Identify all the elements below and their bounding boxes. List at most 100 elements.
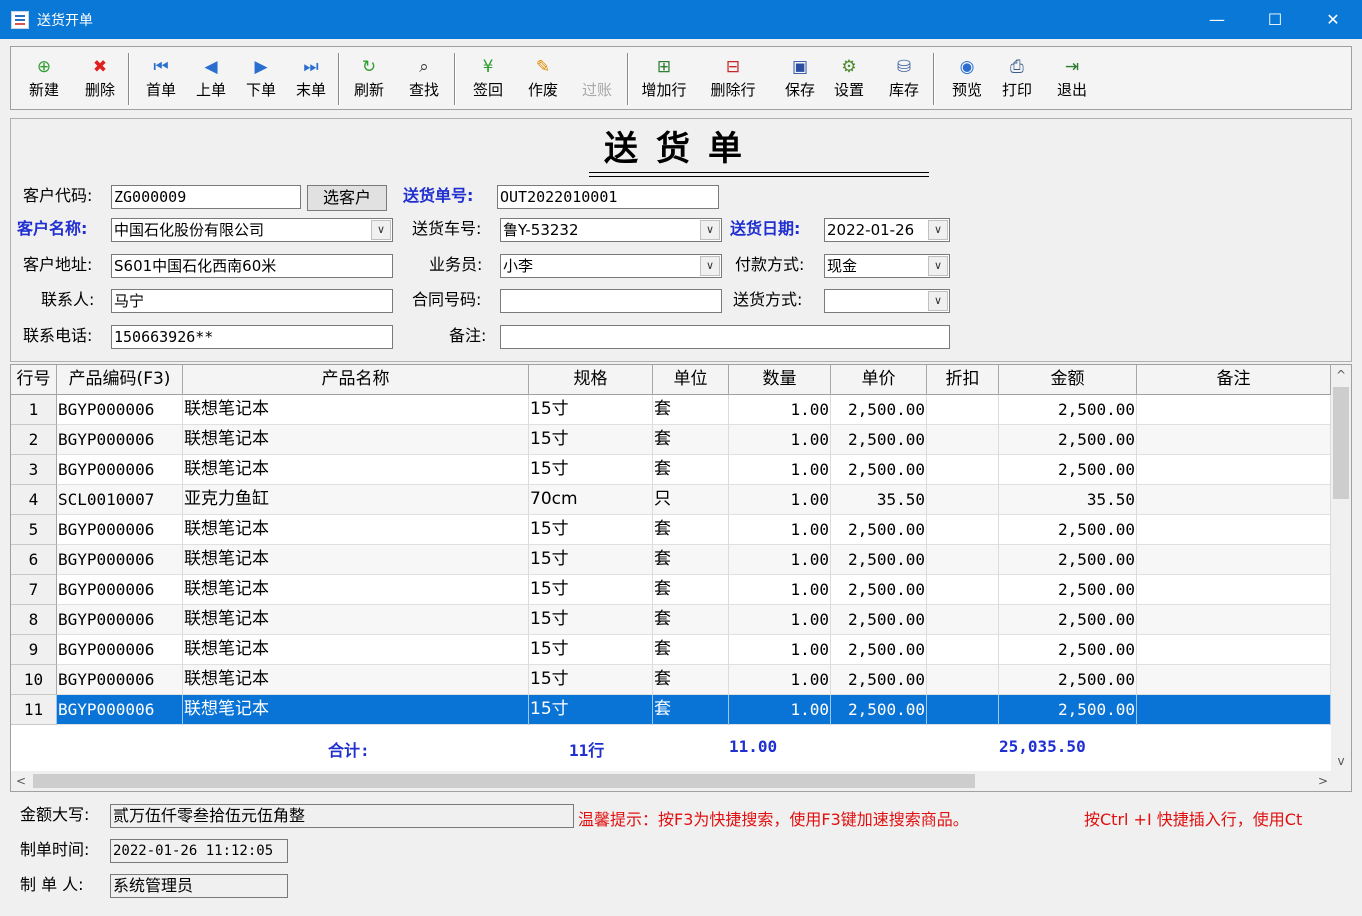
cell-code[interactable]: SCL0010007 [57, 485, 183, 515]
minimize-button[interactable]: — [1188, 0, 1246, 39]
cell-unit[interactable]: 套 [653, 605, 729, 635]
cell-remark[interactable] [1137, 485, 1331, 515]
cell-spec[interactable]: 15寸 [529, 515, 653, 545]
payment-combo[interactable]: 现金 ∨ [824, 254, 950, 278]
add-row-button[interactable]: ⊞ 增加行 [641, 57, 686, 103]
cell-unit[interactable]: 套 [653, 425, 729, 455]
chevron-down-icon[interactable]: ∨ [700, 220, 720, 240]
cell-qty[interactable]: 1.00 [729, 395, 831, 425]
cell-discount[interactable] [927, 695, 999, 725]
cell-discount[interactable] [927, 455, 999, 485]
cell-discount[interactable] [927, 635, 999, 665]
cell-discount[interactable] [927, 425, 999, 455]
cell-code[interactable]: BGYP000006 [57, 455, 183, 485]
cell-code[interactable]: BGYP000006 [57, 515, 183, 545]
horizontal-scrollbar[interactable]: < > [11, 771, 1351, 791]
cell-no[interactable]: 7 [11, 575, 57, 605]
cell-price[interactable]: 2,500.00 [831, 665, 927, 695]
scroll-up-icon[interactable]: ^ [1331, 365, 1351, 385]
table-row[interactable]: 9 BGYP000006 联想笔记本 15寸套 1.00 2,500.00 2,500.00 [11, 635, 1331, 665]
table-row[interactable]: 10 BGYP000006 联想笔记本 15寸套 1.00 2,500.00 2,500.0… [11, 665, 1331, 695]
cell-remark[interactable] [1137, 695, 1331, 725]
last-button[interactable]: ⏭ 末单 [296, 57, 326, 103]
cell-price[interactable]: 2,500.00 [831, 425, 927, 455]
prev-button[interactable]: ◀ 上单 [196, 57, 226, 103]
cell-amount[interactable]: 2,500.00 [999, 575, 1137, 605]
cell-remark[interactable] [1137, 545, 1331, 575]
cell-qty[interactable]: 1.00 [729, 575, 831, 605]
cell-code[interactable]: BGYP000006 [57, 545, 183, 575]
cell-name[interactable]: 联想笔记本 [183, 605, 529, 635]
exit-button[interactable]: ⇥ 退出 [1057, 57, 1087, 103]
next-button[interactable]: ▶ 下单 [246, 57, 276, 103]
customer-name-combo[interactable]: 中国石化股份有限公司 ∨ [111, 218, 393, 242]
cell-qty[interactable]: 1.00 [729, 425, 831, 455]
save-button[interactable]: ▣ 保存 [785, 57, 815, 103]
chevron-down-icon[interactable]: ∨ [928, 291, 948, 311]
column-header-name[interactable]: 产品名称 [183, 365, 529, 395]
cell-remark[interactable] [1137, 605, 1331, 635]
cell-amount[interactable]: 2,500.00 [999, 425, 1137, 455]
cell-qty[interactable]: 1.00 [729, 545, 831, 575]
cell-price[interactable]: 2,500.00 [831, 635, 927, 665]
cell-discount[interactable] [927, 545, 999, 575]
cell-price[interactable]: 2,500.00 [831, 605, 927, 635]
cell-price[interactable]: 2,500.00 [831, 575, 927, 605]
table-row[interactable]: 11 BGYP000006 联想笔记本 15寸套 1.00 2,500.00 2,500.0… [11, 695, 1331, 725]
cell-remark[interactable] [1137, 395, 1331, 425]
cell-spec[interactable]: 15寸 [529, 665, 653, 695]
column-header-code[interactable]: 产品编码(F3) [57, 365, 183, 395]
cell-no[interactable]: 1 [11, 395, 57, 425]
cell-unit[interactable]: 套 [653, 635, 729, 665]
cell-qty[interactable]: 1.00 [729, 455, 831, 485]
chevron-down-icon[interactable]: ∨ [371, 220, 391, 240]
cell-no[interactable]: 2 [11, 425, 57, 455]
stock-button[interactable]: ⛁ 库存 [889, 57, 919, 103]
cell-remark[interactable] [1137, 665, 1331, 695]
cell-discount[interactable] [927, 605, 999, 635]
cell-no[interactable]: 3 [11, 455, 57, 485]
cell-unit[interactable]: 套 [653, 575, 729, 605]
preview-button[interactable]: ◉ 预览 [952, 57, 982, 103]
cell-qty[interactable]: 1.00 [729, 485, 831, 515]
phone-input[interactable]: 150663926** [111, 325, 393, 349]
cell-name[interactable]: 联想笔记本 [183, 545, 529, 575]
remark-input[interactable] [500, 325, 950, 349]
column-header-price[interactable]: 单价 [831, 365, 927, 395]
chevron-down-icon[interactable]: ∨ [928, 256, 948, 276]
cell-amount[interactable]: 2,500.00 [999, 545, 1137, 575]
cell-no[interactable]: 5 [11, 515, 57, 545]
delivery-date-picker[interactable]: 2022-01-26 ∨ [824, 218, 950, 242]
cell-no[interactable]: 9 [11, 635, 57, 665]
address-input[interactable]: S601中国石化西南60米 [111, 254, 393, 278]
cell-discount[interactable] [927, 395, 999, 425]
delete-row-button[interactable]: ⊟ 删除行 [710, 57, 755, 103]
cell-code[interactable]: BGYP000006 [57, 395, 183, 425]
cell-price[interactable]: 2,500.00 [831, 695, 927, 725]
cell-spec[interactable]: 15寸 [529, 635, 653, 665]
cell-no[interactable]: 11 [11, 695, 57, 725]
print-button[interactable]: ⎙ 打印 [1002, 57, 1032, 103]
chevron-down-icon[interactable]: ∨ [928, 220, 948, 240]
refresh-button[interactable]: ↻ 刷新 [354, 57, 384, 103]
cell-discount[interactable] [927, 515, 999, 545]
delivery-method-combo[interactable]: ∨ [824, 289, 950, 313]
settings-button[interactable]: ⚙ 设置 [834, 57, 864, 103]
order-no-input[interactable]: OUT2022010001 [497, 185, 719, 209]
cell-name[interactable]: 联想笔记本 [183, 455, 529, 485]
cell-price[interactable]: 2,500.00 [831, 545, 927, 575]
table-row[interactable]: 3 BGYP000006 联想笔记本 15寸套 1.00 2,500.00 2,500.00 [11, 455, 1331, 485]
cell-spec[interactable]: 15寸 [529, 545, 653, 575]
cell-remark[interactable] [1137, 425, 1331, 455]
cell-unit[interactable]: 套 [653, 515, 729, 545]
table-row[interactable]: 6 BGYP000006 联想笔记本 15寸套 1.00 2,500.00 2,500.00 [11, 545, 1331, 575]
cell-no[interactable]: 8 [11, 605, 57, 635]
cell-amount[interactable]: 2,500.00 [999, 665, 1137, 695]
contact-input[interactable]: 马宁 [111, 289, 393, 313]
cell-amount[interactable]: 2,500.00 [999, 395, 1137, 425]
cell-amount[interactable]: 2,500.00 [999, 455, 1137, 485]
cell-qty[interactable]: 1.00 [729, 515, 831, 545]
cell-code[interactable]: BGYP000006 [57, 695, 183, 725]
chevron-down-icon[interactable]: ∨ [700, 256, 720, 276]
cell-spec[interactable]: 15寸 [529, 575, 653, 605]
